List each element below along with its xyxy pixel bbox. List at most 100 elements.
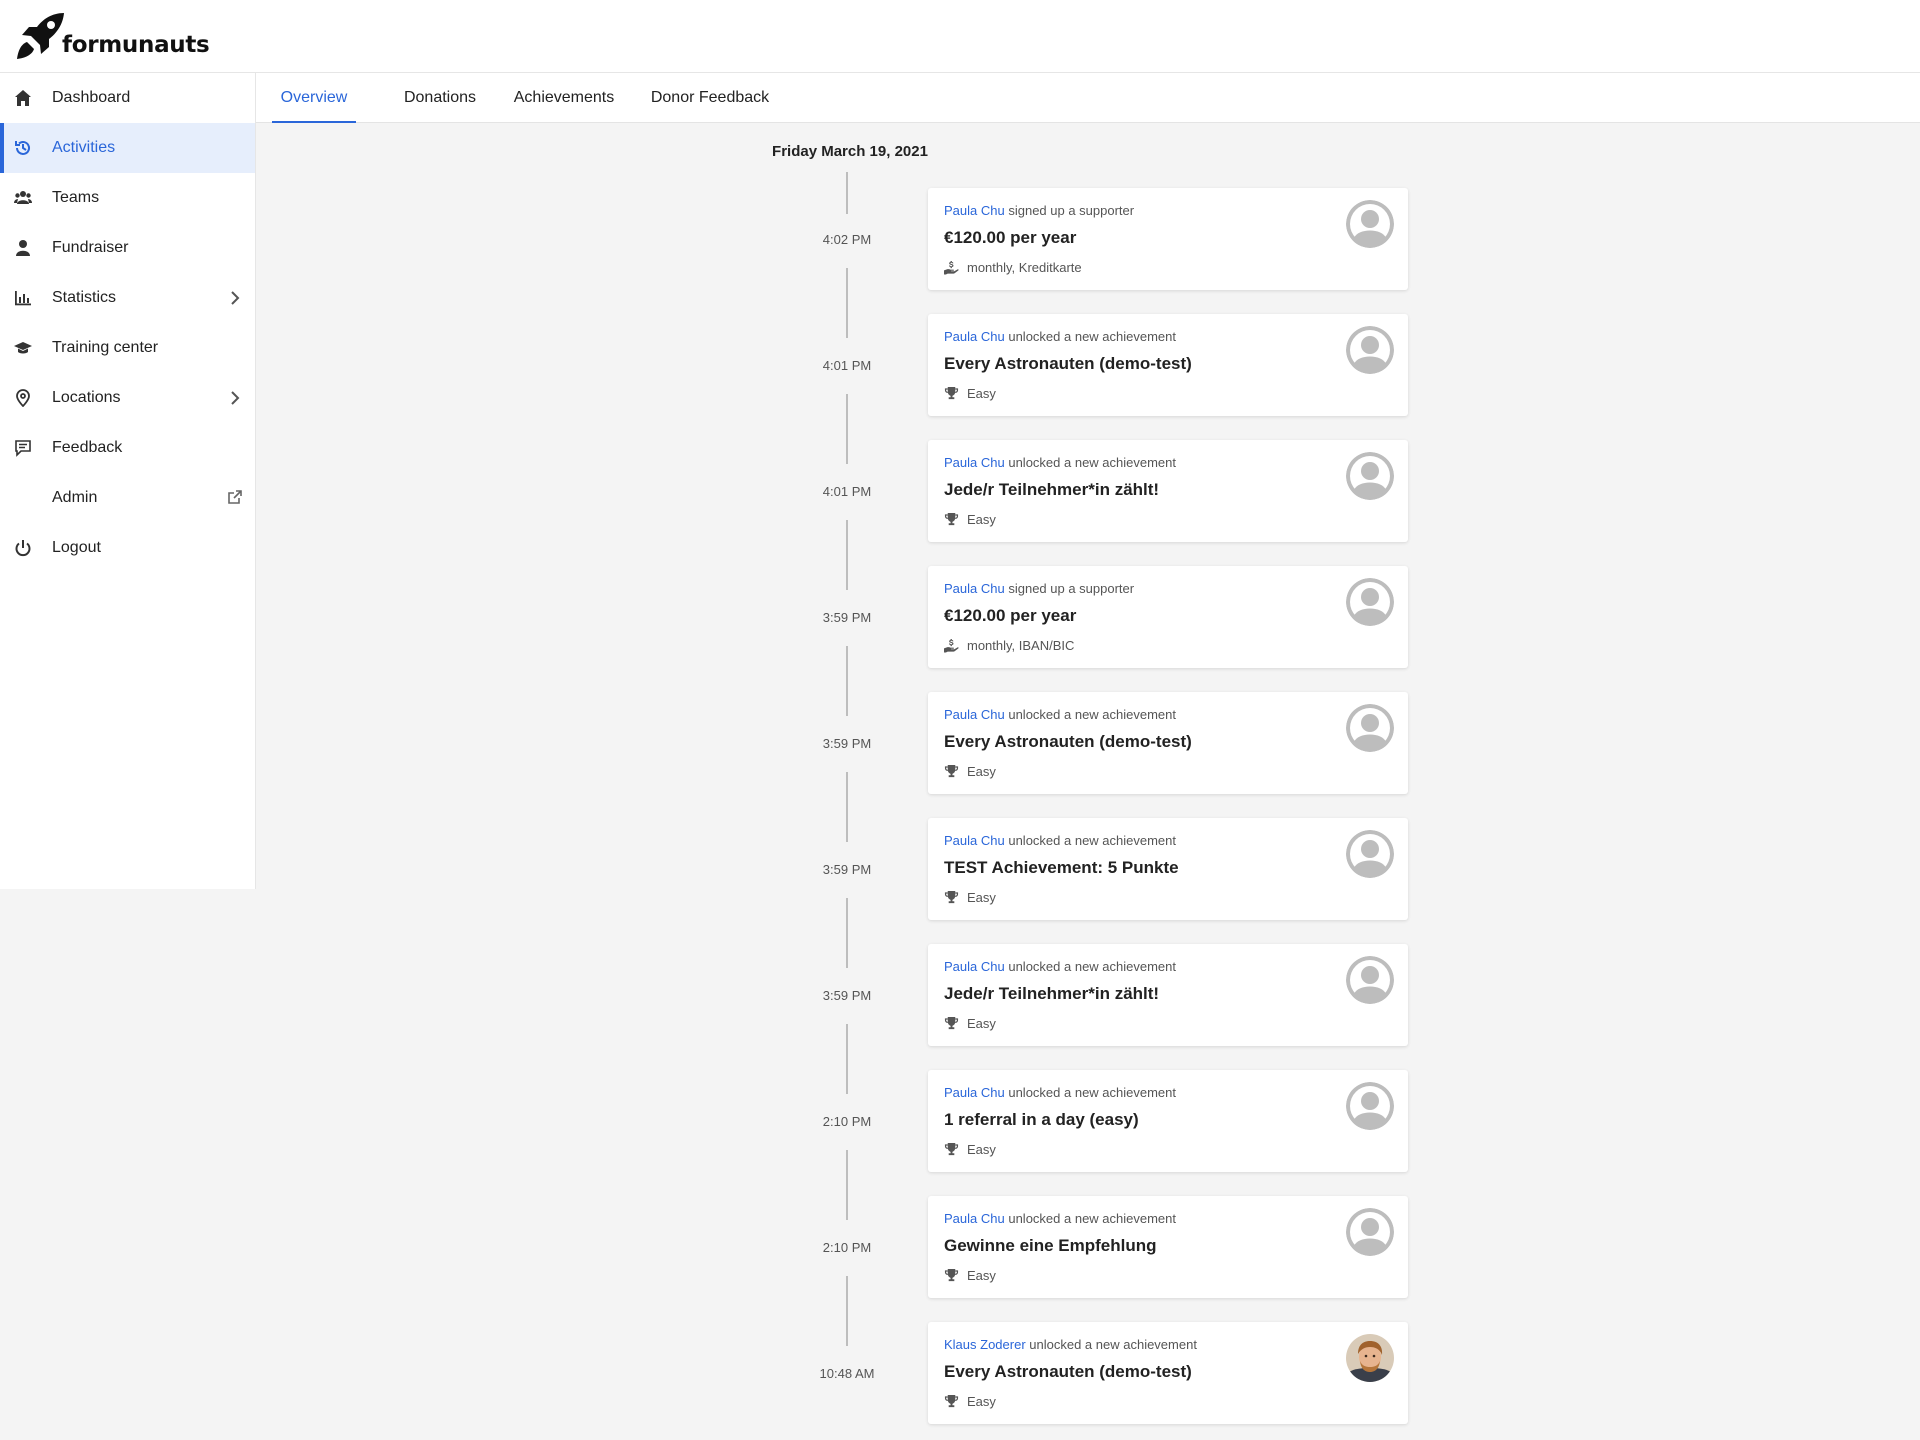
activity-summary: Paula Chu unlocked a new achievement xyxy=(944,833,1176,848)
trophy-icon xyxy=(944,1142,967,1157)
actor-link[interactable]: Paula Chu xyxy=(944,959,1005,974)
tab-achievements[interactable]: Achievements xyxy=(508,73,620,123)
timeline-connector xyxy=(846,1150,848,1220)
avatar[interactable] xyxy=(1346,200,1394,248)
timeline-time: 10:48 AM xyxy=(819,1366,875,1381)
sidebar: Dashboard Activities Teams Fundraiser St… xyxy=(0,73,256,889)
activity-meta-text: Easy xyxy=(967,386,996,401)
sidebar-item-label: Feedback xyxy=(52,439,123,456)
tab-bar: Overview Donations Achievements Donor Fe… xyxy=(256,73,1920,123)
activity-summary: Paula Chu signed up a supporter xyxy=(944,581,1134,596)
avatar[interactable] xyxy=(1346,1334,1394,1382)
timeline-connector xyxy=(846,172,848,214)
sidebar-item-training-center[interactable]: Training center xyxy=(0,323,255,373)
actor-link[interactable]: Paula Chu xyxy=(944,1085,1005,1100)
activity-card[interactable]: Paula Chu unlocked a new achievement Gewi… xyxy=(928,1196,1408,1298)
avatar[interactable] xyxy=(1346,326,1394,374)
activity-card[interactable]: Paula Chu signed up a supporter €120.00 p… xyxy=(928,566,1408,668)
sidebar-item-label: Activities xyxy=(52,139,116,156)
sidebar-item-admin[interactable]: Admin xyxy=(0,473,255,523)
tab-donor-feedback[interactable]: Donor Feedback xyxy=(642,73,778,123)
actor-link[interactable]: Paula Chu xyxy=(944,707,1005,722)
sidebar-item-feedback[interactable]: Feedback xyxy=(0,423,255,473)
trophy-icon xyxy=(944,1394,967,1409)
user-icon xyxy=(14,239,32,257)
activity-summary: Paula Chu unlocked a new achievement xyxy=(944,1085,1176,1100)
sidebar-item-label: Locations xyxy=(52,389,121,406)
timeline-connector xyxy=(846,1024,848,1094)
tab-donations[interactable]: Donations xyxy=(392,73,488,123)
activity-meta-text: monthly, IBAN/BIC xyxy=(967,638,1075,653)
activity-summary: Paula Chu unlocked a new achievement xyxy=(944,455,1176,470)
activity-summary: Paula Chu unlocked a new achievement xyxy=(944,1211,1176,1226)
avatar[interactable] xyxy=(1346,704,1394,752)
chevron-right-icon xyxy=(229,290,241,306)
activity-summary: Klaus Zoderer unlocked a new achievement xyxy=(944,1337,1197,1352)
sidebar-item-label: Fundraiser xyxy=(52,239,129,256)
activity-summary: Paula Chu unlocked a new achievement xyxy=(944,959,1176,974)
activity-card[interactable]: Paula Chu unlocked a new achievement Jede… xyxy=(928,440,1408,542)
users-icon xyxy=(14,189,32,207)
timeline-connector xyxy=(846,1276,848,1346)
timeline-date: Friday March 19, 2021 xyxy=(772,143,928,160)
activity-meta: Easy xyxy=(944,1268,996,1283)
brand-logo[interactable]: formunauts xyxy=(14,10,210,62)
sidebar-item-label: Teams xyxy=(52,189,100,206)
hand-money-icon xyxy=(944,260,967,275)
activity-meta: Easy xyxy=(944,1142,996,1157)
timeline-connector xyxy=(846,394,848,464)
sidebar-item-statistics[interactable]: Statistics xyxy=(0,273,255,323)
activity-card[interactable]: Paula Chu unlocked a new achievement Jede… xyxy=(928,944,1408,1046)
history-icon xyxy=(14,139,32,157)
avatar[interactable] xyxy=(1346,1208,1394,1256)
avatar[interactable] xyxy=(1346,578,1394,626)
sidebar-item-fundraiser[interactable]: Fundraiser xyxy=(0,223,255,273)
timeline-time: 3:59 PM xyxy=(822,610,872,625)
sidebar-item-label: Admin xyxy=(52,489,98,506)
timeline-connector xyxy=(846,898,848,968)
chevron-right-icon xyxy=(229,390,241,406)
actor-link[interactable]: Paula Chu xyxy=(944,455,1005,470)
message-icon xyxy=(14,439,32,457)
bar-chart-icon xyxy=(14,289,32,307)
avatar[interactable] xyxy=(1346,830,1394,878)
timeline-time: 4:01 PM xyxy=(822,484,872,499)
activity-action: unlocked a new achievement xyxy=(1008,833,1177,848)
avatar[interactable] xyxy=(1346,452,1394,500)
sidebar-item-activities[interactable]: Activities xyxy=(0,123,255,173)
activity-title: €120.00 per year xyxy=(944,228,1077,247)
actor-link[interactable]: Klaus Zoderer xyxy=(944,1337,1026,1352)
actor-link[interactable]: Paula Chu xyxy=(944,329,1005,344)
activity-meta: Easy xyxy=(944,512,996,527)
actor-link[interactable]: Paula Chu xyxy=(944,833,1005,848)
actor-link[interactable]: Paula Chu xyxy=(944,203,1005,218)
sidebar-item-teams[interactable]: Teams xyxy=(0,173,255,223)
activity-meta: Easy xyxy=(944,386,996,401)
timeline-time: 3:59 PM xyxy=(822,862,872,877)
timeline-time: 4:02 PM xyxy=(822,232,872,247)
avatar[interactable] xyxy=(1346,1082,1394,1130)
external-link-icon xyxy=(228,490,242,504)
rocket-icon xyxy=(17,13,64,59)
sidebar-item-dashboard[interactable]: Dashboard xyxy=(0,73,255,123)
activity-card[interactable]: Klaus Zoderer unlocked a new achievement… xyxy=(928,1322,1408,1424)
activity-card[interactable]: Paula Chu unlocked a new achievement Ever… xyxy=(928,314,1408,416)
activity-card[interactable]: Paula Chu unlocked a new achievement 1 re… xyxy=(928,1070,1408,1172)
activity-action: unlocked a new achievement xyxy=(1008,455,1177,470)
tab-overview[interactable]: Overview xyxy=(272,73,356,123)
sidebar-item-logout[interactable]: Logout xyxy=(0,523,255,573)
activity-card[interactable]: Paula Chu unlocked a new achievement TEST… xyxy=(928,818,1408,920)
timeline-time: 4:01 PM xyxy=(822,358,872,373)
graduation-cap-icon xyxy=(14,339,32,357)
activity-meta: Easy xyxy=(944,764,996,779)
activity-title: Jede/r Teilnehmer*in zählt! xyxy=(944,984,1160,1003)
actor-link[interactable]: Paula Chu xyxy=(944,1211,1005,1226)
avatar[interactable] xyxy=(1346,956,1394,1004)
sidebar-item-label: Dashboard xyxy=(52,89,131,106)
activity-card[interactable]: Paula Chu signed up a supporter €120.00 p… xyxy=(928,188,1408,290)
sidebar-item-label: Logout xyxy=(52,539,101,556)
activity-card[interactable]: Paula Chu unlocked a new achievement Ever… xyxy=(928,692,1408,794)
actor-link[interactable]: Paula Chu xyxy=(944,581,1005,596)
activity-meta-text: Easy xyxy=(967,512,996,527)
sidebar-item-locations[interactable]: Locations xyxy=(0,373,255,423)
